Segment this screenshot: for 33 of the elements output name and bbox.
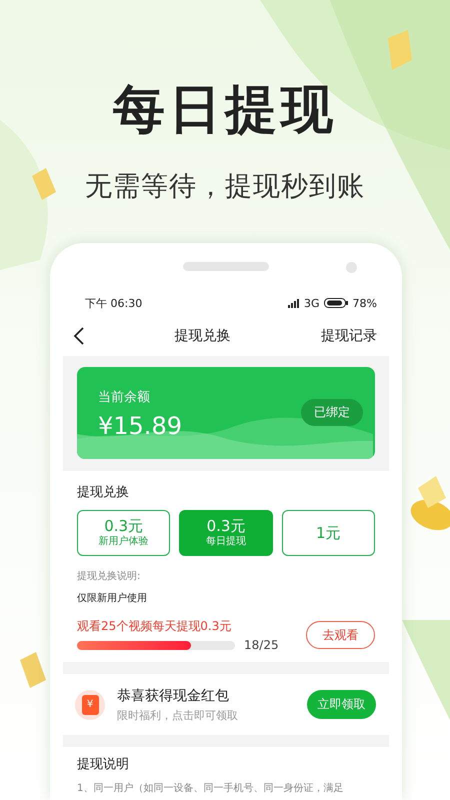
battery-percent: 78% xyxy=(352,296,377,310)
rules-heading: 提现说明 xyxy=(77,756,130,773)
note-label: 提现兑换说明: xyxy=(77,570,142,583)
battery-icon xyxy=(324,298,348,308)
leaf-icon xyxy=(388,30,412,70)
camera-dot xyxy=(346,262,357,273)
signal-icon xyxy=(288,298,302,308)
page-title: 提现兑换 xyxy=(174,327,232,345)
leaf-icon xyxy=(32,168,56,200)
withdraw-history-link[interactable]: 提现记录 xyxy=(321,327,377,345)
section-heading: 提现兑换 xyxy=(77,484,130,501)
envelope-icon: ¥ xyxy=(75,690,105,720)
amount-option[interactable]: 0.3元 每日提现 xyxy=(179,510,273,556)
rule-text: 1、同一用户（如同一设备、同一手机号、同一身份证，满足 xyxy=(77,782,344,796)
subheadline: 无需等待，提现秒到账 xyxy=(85,170,365,204)
coin-icon xyxy=(410,476,450,530)
reward-subtitle: 限时福利，点击即可领取 xyxy=(117,708,239,722)
claim-button[interactable]: 立即领取 xyxy=(307,690,376,719)
amount-option[interactable]: 1元 xyxy=(282,510,375,556)
task-text: 观看25个视频每天提现0.3元 xyxy=(77,618,232,635)
status-time: 下午 06:30 xyxy=(85,296,142,310)
network-label: 3G xyxy=(304,296,320,310)
leaf-icon xyxy=(20,652,46,688)
reward-title: 恭喜获得现金红包 xyxy=(117,686,230,704)
progress-count: 18/25 xyxy=(244,638,279,652)
watch-button[interactable]: 去观看 xyxy=(306,621,375,649)
balance-amount: ¥15.89 xyxy=(98,412,182,440)
balance-label: 当前余额 xyxy=(98,389,150,406)
amount-option[interactable]: 0.3元 新用户体验 xyxy=(77,510,170,556)
headline: 每日提现 xyxy=(113,79,337,142)
back-icon[interactable] xyxy=(73,327,84,345)
bound-badge: 已绑定 xyxy=(301,399,363,426)
note-text: 仅限新用户使用 xyxy=(77,592,148,605)
